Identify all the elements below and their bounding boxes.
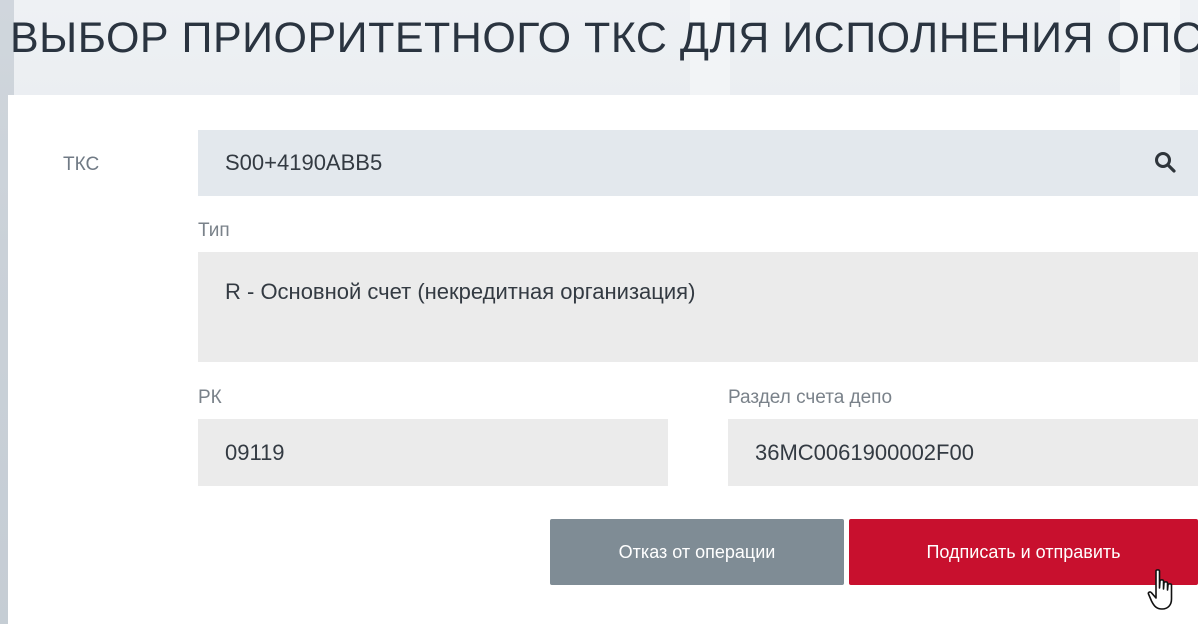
sign-and-send-button[interactable]: Подписать и отправить — [849, 519, 1198, 585]
type-label: Тип — [198, 220, 230, 241]
rk-value: 09119 — [225, 439, 285, 465]
depo-section-label: Раздел счета депо — [728, 387, 893, 408]
hand-pointer-icon — [1147, 569, 1173, 610]
tks-search-field[interactable]: S00+4190ABB5 — [198, 130, 1198, 196]
type-value: R - Основной счет (некредитная организац… — [225, 279, 696, 304]
tks-selection-form: ТКС S00+4190ABB5 Тип R - Основной счет (… — [8, 95, 1198, 624]
type-field: R - Основной счет (некредитная организац… — [198, 252, 1198, 362]
tks-label: ТКС — [63, 154, 100, 175]
cancel-operation-button[interactable]: Отказ от операции — [550, 519, 844, 585]
depo-section-value: 36MC0061900002F00 — [755, 439, 974, 465]
page-title: ВЫБОР ПРИОРИТЕТНОГО ТКС ДЛЯ ИСПОЛНЕНИЯ О… — [10, 14, 1198, 62]
depo-section-field: 36MC0061900002F00 — [728, 419, 1198, 486]
rk-label: РК — [198, 387, 222, 408]
tks-value: S00+4190ABB5 — [225, 150, 383, 175]
search-icon[interactable] — [1154, 151, 1176, 173]
rk-field: 09119 — [198, 419, 668, 486]
